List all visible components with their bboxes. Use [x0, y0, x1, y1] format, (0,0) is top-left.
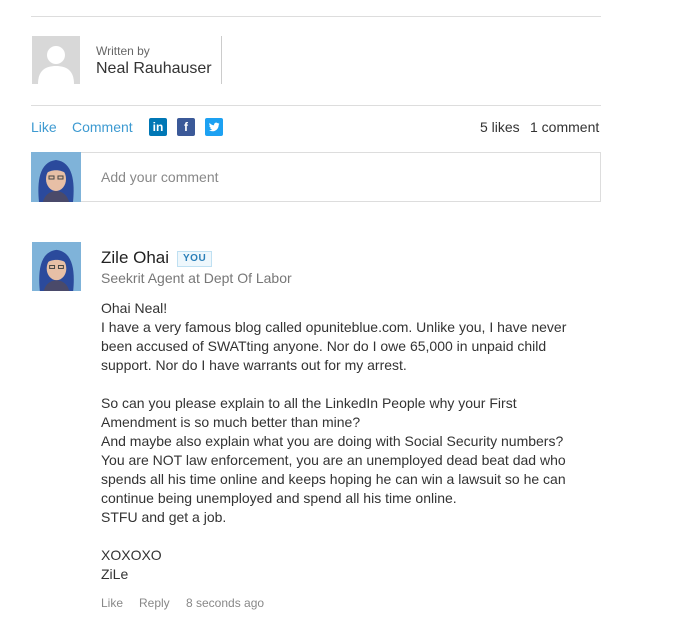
likes-count[interactable]: 5 likes	[480, 119, 520, 135]
default-avatar-icon	[32, 36, 80, 84]
comment-body-line: been accused of SWATting anyone. Nor do …	[101, 338, 547, 354]
comment-body-line: I have a very famous blog called opunite…	[101, 319, 567, 335]
comment-body-line: STFU and get a job.	[101, 509, 227, 525]
comment-body-line: You are NOT law enforcement, you are an …	[101, 452, 566, 468]
top-divider	[31, 16, 601, 17]
comment-like-button[interactable]: Like	[101, 596, 123, 610]
comment-body-line: XOXOXO	[101, 547, 162, 563]
comment-body-line: So can you please explain to all the Lin…	[101, 395, 517, 411]
comment-body-line: Ohai Neal!	[101, 300, 168, 316]
comments-count[interactable]: 1 comment	[530, 119, 599, 135]
current-user-avatar	[31, 152, 81, 202]
comment-body-line: And maybe also explain what you are doin…	[101, 433, 564, 449]
commenter-avatar[interactable]	[32, 242, 81, 291]
comment-body-line: continue being unemployed and spend all …	[101, 490, 457, 506]
like-button[interactable]: Like	[31, 119, 57, 135]
comment-body: Ohai Neal! I have a very famous blog call…	[101, 299, 591, 584]
author-avatar[interactable]	[32, 36, 80, 84]
comment-body-line: spends all his time online and keeps hop…	[101, 471, 566, 487]
linkedin-share-icon[interactable]: in	[149, 118, 167, 136]
commenter-title: Seekrit Agent at Dept Of Labor	[101, 270, 292, 286]
comment-body-line: support. Nor do I have warrants out for …	[101, 357, 407, 373]
add-comment-input[interactable]	[81, 152, 601, 202]
article-author-name[interactable]: Neal Rauhauser	[96, 60, 212, 78]
you-badge: YOU	[177, 251, 213, 267]
comment-body-line: Amendment is so much better than mine?	[101, 414, 361, 430]
commenter-name[interactable]: Zile Ohai	[101, 248, 169, 268]
twitter-share-icon[interactable]	[205, 118, 223, 136]
comment-body-line	[101, 527, 591, 546]
author-divider	[221, 36, 222, 84]
comment-body-line	[101, 375, 591, 394]
comment-body-line: ZiLe	[101, 566, 129, 582]
actions-top-divider	[31, 105, 601, 106]
written-by-label: Written by	[96, 44, 150, 58]
comment-button[interactable]: Comment	[72, 119, 133, 135]
comment-reply-button[interactable]: Reply	[139, 596, 170, 610]
facebook-share-icon[interactable]: f	[177, 118, 195, 136]
comment-timestamp: 8 seconds ago	[186, 596, 265, 610]
